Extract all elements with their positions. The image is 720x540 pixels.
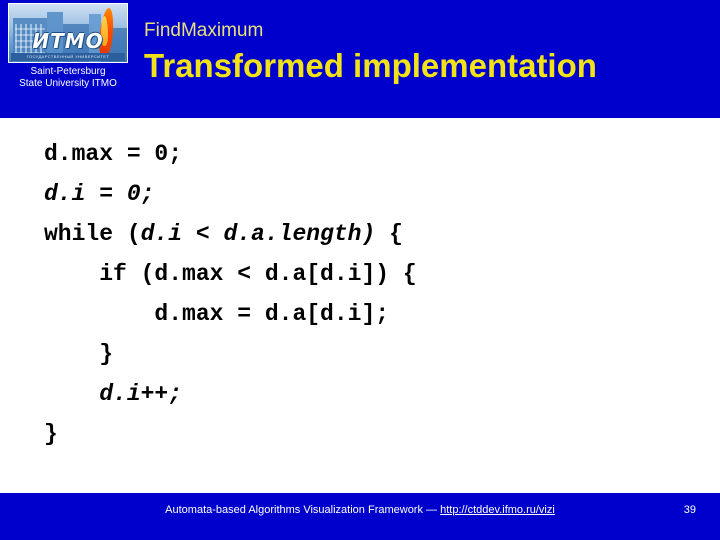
code-line: if (d.max < d.a[d.i]) { <box>44 254 417 294</box>
code-line: d.i++; <box>44 374 417 414</box>
logo-wordmark: ИТМО <box>32 29 104 53</box>
slide-subtitle: FindMaximum <box>144 20 264 41</box>
code-line: } <box>44 414 417 454</box>
code-token-italic: d.i = 0; <box>44 181 155 207</box>
university-caption: Saint-Petersburg State University ITMO <box>0 66 136 90</box>
code-token: { <box>375 221 403 247</box>
code-token: while ( <box>44 221 141 247</box>
code-token: } <box>44 421 58 447</box>
slide: ИТМО ГОСУДАРСТВЕННЫЙ УНИВЕРСИТЕТ Saint-P… <box>0 0 720 540</box>
code-token: if (d.max < d.a[d.i]) { <box>99 261 417 287</box>
code-line: d.i = 0; <box>44 174 417 214</box>
code-token: d.max = d.a[d.i]; <box>154 301 390 327</box>
code-line: d.max = 0; <box>44 134 417 174</box>
code-token-italic: d.i++; <box>99 381 183 407</box>
code-token: d.max = 0; <box>44 141 183 167</box>
footer-credit: Automata-based Algorithms Visualization … <box>0 504 720 516</box>
code-line: while (d.i < d.a.length) { <box>44 214 417 254</box>
logo-bottom-strip: ГОСУДАРСТВЕННЫЙ УНИВЕРСИТЕТ <box>11 53 125 61</box>
slide-title: Transformed implementation <box>144 47 597 84</box>
slide-header: ИТМО ГОСУДАРСТВЕННЫЙ УНИВЕРСИТЕТ Saint-P… <box>0 0 720 118</box>
footer-credit-text: Automata-based Algorithms Visualization … <box>165 504 441 516</box>
code-line: d.max = d.a[d.i]; <box>44 294 417 334</box>
university-logo-block: ИТМО ГОСУДАРСТВЕННЫЙ УНИВЕРСИТЕТ Saint-P… <box>0 3 136 90</box>
code-block: d.max = 0; d.i = 0; while (d.i < d.a.lengt… <box>44 134 417 454</box>
itmo-logo-image: ИТМО ГОСУДАРСТВЕННЫЙ УНИВЕРСИТЕТ <box>8 3 128 63</box>
footer-link[interactable]: http://ctddev.ifmo.ru/vizi <box>440 504 555 516</box>
page-number: 39 <box>683 504 696 516</box>
slide-body: d.max = 0; d.i = 0; while (d.i < d.a.lengt… <box>0 118 720 493</box>
slide-footer: Automata-based Algorithms Visualization … <box>0 493 720 540</box>
university-caption-line2: State University ITMO <box>19 78 117 89</box>
code-line: } <box>44 334 417 374</box>
university-caption-line1: Saint-Petersburg <box>30 66 106 77</box>
title-area: FindMaximum Transformed implementation <box>144 20 712 85</box>
code-token-italic: d.i < d.a.length) <box>140 221 376 247</box>
code-token: } <box>99 341 114 367</box>
